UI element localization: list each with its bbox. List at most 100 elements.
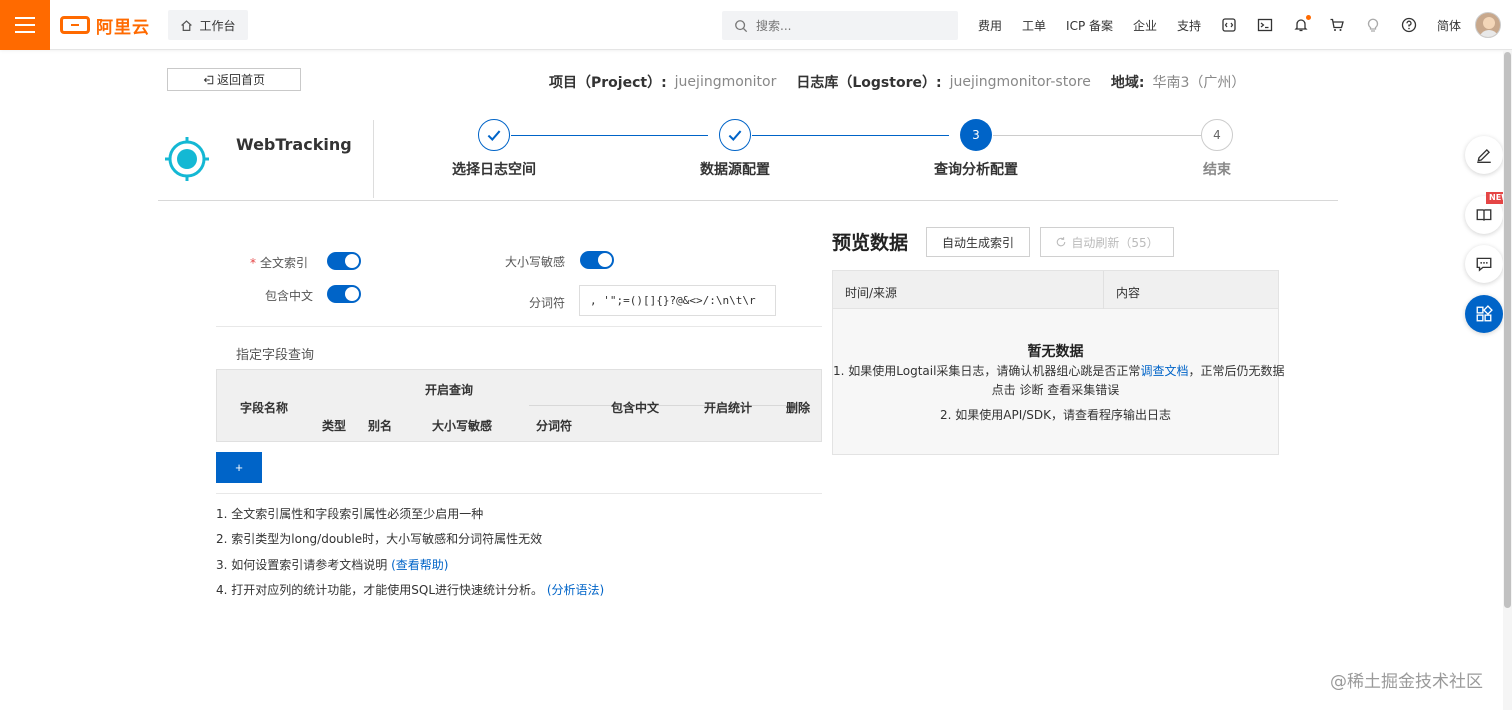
th-case-sensitive: 大小写敏感 [431, 419, 493, 433]
header-divider [373, 120, 374, 198]
chat-message-icon[interactable] [1465, 245, 1503, 283]
auto-refresh-button[interactable]: 自动刷新（55） [1040, 227, 1174, 257]
step-2-label: 数据源配置 [700, 162, 770, 178]
project-value: juejingmonitor [674, 74, 777, 90]
aliyun-logo[interactable]: 阿里云 [60, 12, 150, 38]
back-home-button[interactable]: 返回首页 [167, 68, 301, 91]
nav-link-fee[interactable]: 费用 [978, 17, 1002, 34]
note-item: 2. 索引类型为long/double时，大小写敏感和分词符属性无效 [216, 530, 542, 547]
case-sensitive-toggle[interactable] [580, 251, 614, 269]
note-item: 3. 如何设置索引请参考文档说明 (查看帮助) [216, 556, 448, 573]
webtracking-title: WebTracking [236, 135, 352, 154]
help-doc-link[interactable]: (查看帮助) [391, 558, 448, 572]
col-content: 内容 [1116, 286, 1141, 300]
region-value: 华南3（广州） [1152, 75, 1246, 91]
search-input[interactable] [756, 18, 936, 33]
note-text: 4. 打开对应列的统计功能，才能使用SQL进行快速统计分析。 [216, 583, 544, 597]
note-item: 4. 打开对应列的统计功能，才能使用SQL进行快速统计分析。 (分析语法) [216, 581, 604, 598]
step-1-check-icon [478, 119, 510, 151]
refresh-icon [1057, 237, 1066, 247]
section-divider [216, 326, 822, 327]
include-chinese-label: 包含中文 [265, 289, 314, 303]
step-3-label: 查询分析配置 [934, 162, 1018, 178]
th-delete: 删除 [785, 401, 811, 415]
project-info: 项目（Project）: juejingmonitor 日志库（Logstore… [549, 72, 1265, 92]
help-icon[interactable] [1401, 17, 1417, 33]
top-navbar: 阿里云 工作台 费用 工单 ICP 备案 企业 支持 简体 [0, 0, 1512, 50]
full-text-index-label: * 全文索引 [250, 256, 309, 270]
add-field-button[interactable]: + [216, 452, 262, 483]
home-icon [181, 19, 193, 31]
include-chinese-toggle[interactable] [327, 285, 361, 303]
full-text-index-toggle[interactable] [327, 252, 361, 270]
nav-link-enterprise[interactable]: 企业 [1133, 17, 1157, 34]
code-icon[interactable] [1221, 17, 1237, 33]
tokenizer-label: 分词符 [529, 296, 566, 310]
step-4-number: 4 [1201, 119, 1233, 151]
th-enable-query: 开启查询 [424, 383, 474, 397]
field-query-title: 指定字段查询 [236, 348, 315, 363]
note-text: 1. 全文索引属性和字段索引属性必须至少启用一种 [216, 507, 484, 521]
header-bottom-divider [158, 200, 1338, 201]
nav-link-icp[interactable]: ICP 备案 [1066, 17, 1113, 34]
col-divider [1103, 271, 1104, 309]
auto-refresh-label: 自动刷新（55） [1071, 235, 1159, 250]
lightbulb-icon[interactable] [1365, 17, 1381, 33]
th-divider [529, 405, 805, 406]
preview-title: 预览数据 [832, 232, 909, 254]
th-type: 类型 [321, 419, 347, 433]
step-1-label: 选择日志空间 [452, 162, 536, 178]
investigate-doc-link[interactable]: 调查文档 [1140, 364, 1188, 378]
empty-line-1: 1. 如果使用Logtail采集日志，请确认机器组心跳是否正常调查文档，正常后仍… [833, 362, 1284, 379]
step-3-number: 3 [960, 119, 992, 151]
nav-link-support[interactable]: 支持 [1177, 17, 1201, 34]
tokenizer-input[interactable] [579, 285, 776, 316]
notification-dot [1306, 15, 1312, 20]
step-2-check-icon [719, 119, 751, 151]
workbench-button[interactable]: 工作台 [168, 10, 248, 40]
logstore-value: juejingmonitor-store [949, 74, 1091, 90]
note-text: 2. 索引类型为long/double时，大小写敏感和分词符属性无效 [216, 532, 543, 546]
th-alias: 别名 [367, 419, 393, 433]
case-sensitive-label: 大小写敏感 [505, 255, 566, 269]
step-4-label: 结束 [1203, 162, 1231, 178]
terminal-icon[interactable] [1257, 17, 1273, 33]
top-nav-links: 费用 工单 ICP 备案 企业 支持 简体 [978, 0, 1481, 50]
workbench-label: 工作台 [199, 18, 236, 33]
edit-feedback-icon[interactable] [1465, 136, 1503, 174]
logo-text: 阿里云 [96, 17, 150, 38]
watermark: @稀土掘金技术社区 [1330, 672, 1483, 692]
bell-icon[interactable] [1293, 15, 1312, 33]
empty-title: 暂无数据 [1027, 344, 1084, 360]
search-icon [735, 19, 748, 32]
search-box[interactable] [722, 11, 958, 40]
user-avatar[interactable] [1475, 12, 1501, 38]
field-index-table: 字段名称 开启查询 类型 别名 大小写敏感 分词符 包含中文 开启统计 删除 [216, 369, 822, 442]
hamburger-menu-icon[interactable] [0, 0, 50, 50]
scrollbar-thumb[interactable] [1504, 52, 1511, 608]
step-connector [752, 135, 949, 136]
preview-table-header: 时间/来源 内容 [833, 271, 1278, 309]
cart-icon[interactable] [1329, 17, 1345, 33]
empty-line-2: 点击 诊断 查看采集错误 [991, 383, 1120, 397]
empty-line-1-post: ，正常后仍无数据 [1188, 364, 1285, 378]
note-item: 1. 全文索引属性和字段索引属性必须至少启用一种 [216, 505, 483, 522]
th-tokenizer: 分词符 [535, 419, 573, 433]
logstore-label: 日志库（Logstore）: [796, 75, 942, 91]
nav-link-ticket[interactable]: 工单 [1022, 17, 1046, 34]
note-text: 3. 如何设置索引请参考文档说明 [216, 558, 388, 572]
apps-grid-icon[interactable] [1465, 295, 1503, 333]
full-text-index-text: 全文索引 [260, 256, 309, 270]
back-icon [203, 75, 214, 84]
preview-table: 时间/来源 内容 暂无数据 1. 如果使用Logtail采集日志，请确认机器组心… [832, 270, 1284, 455]
language-switch[interactable]: 简体 [1437, 17, 1461, 34]
auto-generate-index-button[interactable]: 自动生成索引 [926, 227, 1030, 257]
step-connector [993, 135, 1201, 136]
sql-syntax-link[interactable]: (分析语法) [547, 583, 604, 597]
empty-line-3: 2. 如果使用API/SDK，请查看程序输出日志 [939, 408, 1172, 422]
col-time-source: 时间/来源 [845, 286, 898, 300]
th-enable-stats: 开启统计 [703, 401, 753, 415]
webtracking-target-icon [165, 137, 209, 181]
th-field-name: 字段名称 [239, 401, 289, 415]
empty-line-1-pre: 1. 如果使用Logtail采集日志，请确认机器组心跳是否正常 [833, 364, 1141, 378]
